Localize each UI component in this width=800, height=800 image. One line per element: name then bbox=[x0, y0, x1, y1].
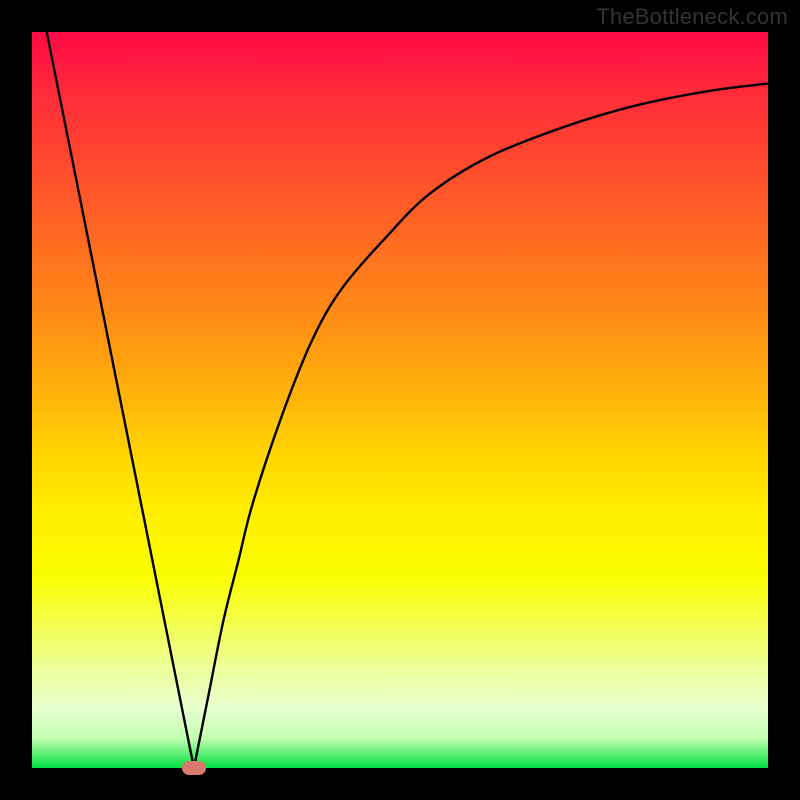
plot-area bbox=[32, 32, 768, 768]
bottleneck-curve bbox=[47, 32, 768, 768]
watermark-text: TheBottleneck.com bbox=[596, 4, 788, 30]
curve-svg bbox=[32, 32, 768, 768]
optimum-marker bbox=[182, 761, 206, 775]
chart-frame: TheBottleneck.com bbox=[0, 0, 800, 800]
